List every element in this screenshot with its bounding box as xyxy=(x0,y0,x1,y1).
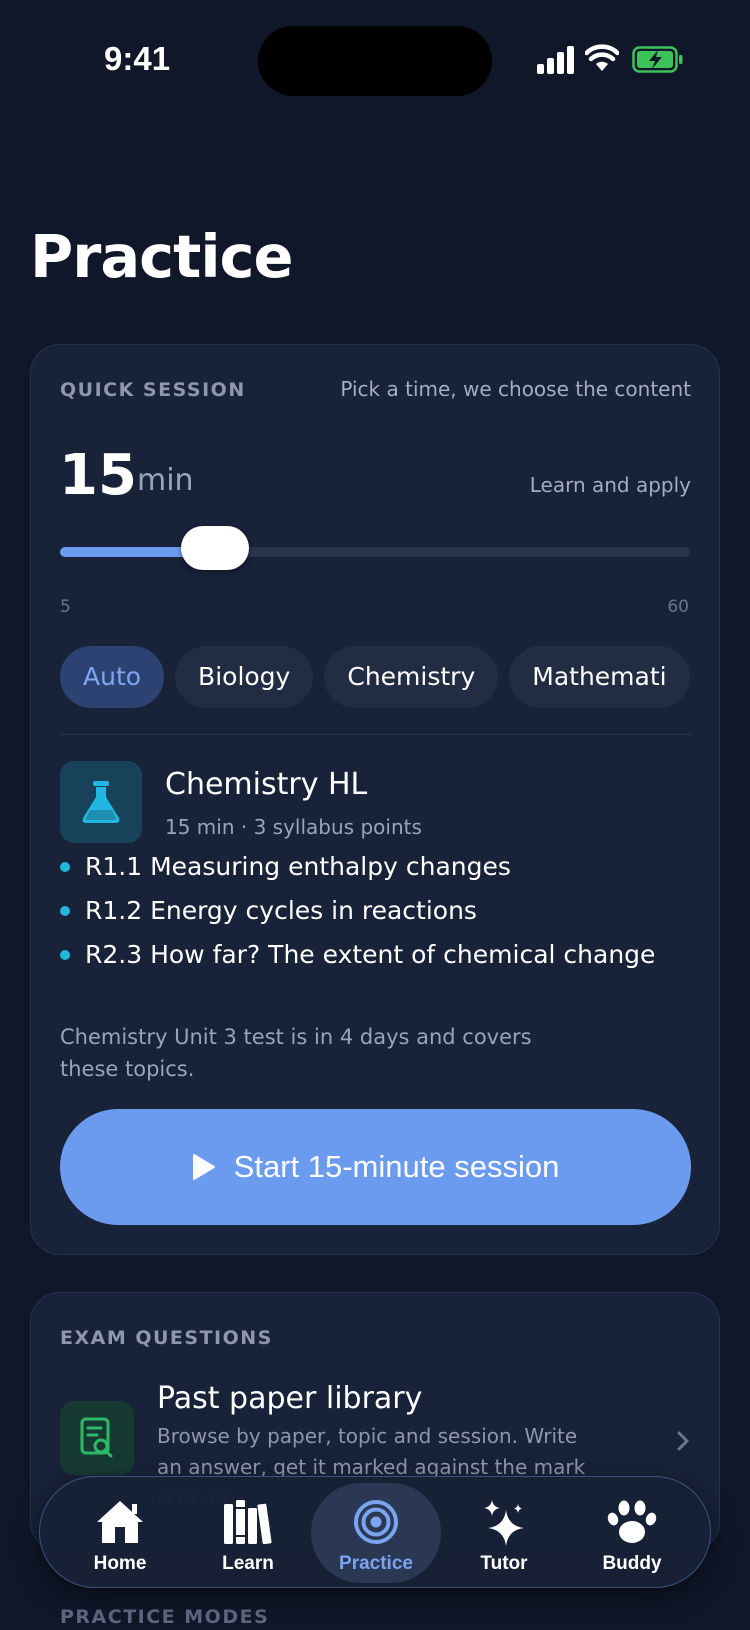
test-note: Chemistry Unit 3 test is in 4 days and c… xyxy=(60,1025,532,1081)
topic-text: R1.1 Measuring enthalpy changes xyxy=(85,852,511,881)
paw-icon xyxy=(607,1500,657,1543)
chevron-right-icon xyxy=(677,1431,689,1451)
wifi-icon xyxy=(585,44,619,71)
tab-tutor[interactable]: Tutor xyxy=(439,1483,569,1583)
bullet xyxy=(60,906,70,916)
practice-modes-heading: PRACTICE MODES xyxy=(60,1606,270,1628)
dynamic-island xyxy=(258,26,492,96)
tab-label: Learn xyxy=(222,1553,274,1574)
flask-icon xyxy=(60,761,142,843)
chip-chemistry[interactable]: Chemistry xyxy=(324,646,499,708)
chip-biology[interactable]: Biology xyxy=(175,646,314,708)
sparkles-icon xyxy=(484,1500,524,1546)
battery-icon xyxy=(632,46,683,73)
tab-bar: Home Learn Practice Tutor Buddy xyxy=(39,1476,711,1588)
start-session-button[interactable]: Start 15-minute session xyxy=(60,1109,691,1225)
subject-chips: Auto Biology Chemistry Mathemati xyxy=(60,646,691,710)
bullet xyxy=(60,950,70,960)
bullet xyxy=(60,862,70,872)
status-bar: 9:41 xyxy=(0,0,750,120)
cellular-signal-icon xyxy=(537,46,575,74)
quick-session-heading: QUICK SESSION xyxy=(60,379,246,401)
divider xyxy=(60,734,691,735)
tab-label: Practice xyxy=(339,1553,413,1574)
books-icon xyxy=(224,1500,272,1545)
topic-list: R1.1 Measuring enthalpy changes R1.2 Ene… xyxy=(60,845,655,977)
session-minutes: 15 xyxy=(59,443,137,508)
tab-practice[interactable]: Practice xyxy=(311,1483,441,1583)
session-mode: Learn and apply xyxy=(529,473,691,497)
target-icon xyxy=(354,1500,398,1544)
duration-slider-thumb[interactable] xyxy=(181,526,249,570)
slider-min-label: 5 xyxy=(60,597,71,617)
duration-slider[interactable] xyxy=(60,526,690,570)
quick-session-card: QUICK SESSION Pick a time, we choose the… xyxy=(30,344,720,1255)
play-icon xyxy=(192,1154,215,1180)
home-icon xyxy=(97,1501,143,1543)
list-item: R1.2 Energy cycles in reactions xyxy=(60,889,655,933)
tab-buddy[interactable]: Buddy xyxy=(567,1483,697,1583)
topic-text: R1.2 Energy cycles in reactions xyxy=(85,896,477,925)
tab-label: Buddy xyxy=(602,1553,662,1574)
slider-max-label: 60 xyxy=(667,597,689,617)
tab-label: Tutor xyxy=(480,1553,528,1574)
tab-label: Home xyxy=(93,1553,147,1574)
status-time: 9:41 xyxy=(104,40,171,77)
tab-home[interactable]: Home xyxy=(55,1483,185,1583)
start-session-label: Start 15-minute session xyxy=(233,1149,560,1184)
list-item: R1.1 Measuring enthalpy changes xyxy=(60,845,655,889)
list-item: R2.3 How far? The extent of chemical cha… xyxy=(60,933,655,977)
chip-mathematics[interactable]: Mathemati xyxy=(509,646,690,708)
page-title: Practice xyxy=(30,222,294,291)
exam-questions-heading: EXAM QUESTIONS xyxy=(60,1327,273,1349)
subject-meta: 15 min · 3 syllabus points xyxy=(165,815,422,839)
tab-learn[interactable]: Learn xyxy=(183,1483,313,1583)
topic-text: R2.3 How far? The extent of chemical cha… xyxy=(85,940,656,969)
chip-auto[interactable]: Auto xyxy=(60,646,165,708)
quick-session-hint: Pick a time, we choose the content xyxy=(340,377,691,401)
subject-name: Chemistry HL xyxy=(165,767,368,802)
session-minutes-unit: min xyxy=(137,463,194,498)
past-paper-title: Past paper library xyxy=(157,1381,423,1416)
document-search-icon xyxy=(60,1401,134,1475)
